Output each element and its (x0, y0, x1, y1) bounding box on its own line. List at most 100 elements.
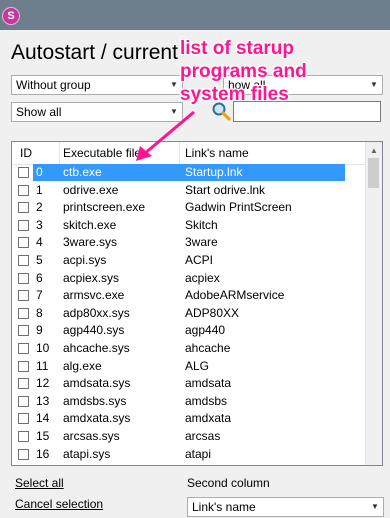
cell-executable: ahcache.sys (63, 340, 130, 355)
cell-id: 8 (36, 305, 43, 320)
cell-link-name: amdxata (185, 411, 232, 426)
cell-link-name: 3ware (185, 235, 218, 250)
cell-id: 3 (36, 217, 43, 232)
chevron-down-icon[interactable]: ▼ (367, 498, 383, 516)
table-row[interactable]: 7 armsvc.exe AdobeARMservice (12, 287, 367, 305)
row-checkbox[interactable] (18, 272, 29, 284)
row-checkbox[interactable] (18, 413, 29, 425)
table-row[interactable]: 15 arcsas.sys arcsas (12, 428, 367, 446)
cell-executable: acpiex.sys (63, 270, 120, 285)
row-checkbox[interactable] (18, 342, 29, 354)
cell-id: 13 (36, 393, 50, 408)
cell-executable: amdsbs.sys (63, 393, 127, 408)
page-title: Autostart / current (11, 41, 178, 64)
scrollbar-thumb[interactable] (368, 158, 379, 188)
cell-id: 2 (36, 200, 43, 215)
row-checkbox[interactable] (18, 184, 29, 196)
table-row[interactable]: 16 atapi.sys atapi (12, 446, 367, 464)
table-row[interactable]: 13 amdsbs.sys amdsbs (12, 393, 367, 411)
cell-link-name: ALG (185, 358, 210, 373)
row-checkbox[interactable] (18, 360, 29, 372)
cell-id: 16 (36, 446, 50, 461)
cell-id: 11 (36, 358, 49, 373)
cell-id: 1 (36, 182, 43, 197)
cell-link-name: Start odrive.lnk (185, 182, 266, 197)
cell-executable: amdxata.sys (63, 411, 131, 426)
row-checkbox[interactable] (18, 378, 29, 390)
group-select[interactable]: Without group ▼ (11, 75, 183, 95)
table-row[interactable]: 17 avastsvc.exe avast! Antivirus (12, 463, 367, 465)
table-row[interactable]: 10 ahcache.sys ahcache (12, 340, 367, 358)
cell-id: 9 (36, 323, 43, 338)
cell-executable: ctb.exe (63, 165, 102, 179)
table-row[interactable]: 2 printscreen.exe Gadwin PrintScreen (12, 199, 367, 217)
row-checkbox[interactable] (18, 290, 29, 302)
cell-id: 0 (36, 165, 43, 179)
cell-executable: 3ware.sys (63, 235, 118, 250)
cell-link-name: ahcache (185, 340, 231, 355)
cell-executable: agp440.sys (63, 323, 125, 338)
cell-id: 17 (36, 463, 49, 465)
cell-id: 5 (36, 252, 43, 267)
cell-link-name: arcsas (185, 428, 221, 443)
cell-link-name: acpiex (185, 270, 220, 285)
table-row[interactable]: 5 acpi.sys ACPI (12, 252, 367, 270)
cell-executable: arcsas.sys (63, 428, 120, 443)
row-checkbox[interactable] (18, 237, 29, 249)
cell-id: 12 (36, 376, 50, 391)
cell-link-name: agp440 (185, 323, 226, 338)
cell-id: 4 (36, 235, 43, 250)
app-icon-letter: S (7, 10, 15, 22)
cell-link-name: ADP80XX (185, 305, 240, 320)
table-row[interactable]: 11 alg.exe ALG (12, 358, 367, 376)
row-checkbox[interactable] (18, 254, 29, 266)
title-bar: S (0, 0, 390, 30)
row-checkbox[interactable] (18, 430, 29, 442)
row-checkbox[interactable] (18, 167, 29, 178)
table-row[interactable]: 3 skitch.exe Skitch (12, 217, 367, 235)
annotation-line: programs and (180, 61, 307, 82)
annotation-callout: list of starup programs and system files (180, 37, 330, 106)
annotation-arrow-icon (136, 110, 195, 161)
second-column-value: Link's name (192, 500, 256, 514)
column-divider[interactable] (59, 142, 60, 164)
table-row[interactable]: 8 adp80xx.sys ADP80XX (12, 305, 367, 323)
annotation-line: system files (180, 84, 289, 105)
row-checkbox[interactable] (18, 307, 29, 319)
cell-link-name: ACPI (185, 252, 214, 267)
chevron-down-icon[interactable]: ▼ (366, 76, 382, 94)
table-row[interactable]: 1 odrive.exe Start odrive.lnk (12, 182, 367, 200)
cell-link-name: amdsbs (185, 393, 228, 408)
table-row[interactable]: 6 acpiex.sys acpiex (12, 270, 367, 288)
cell-id: 15 (36, 428, 50, 443)
cell-executable: amdsata.sys (63, 376, 131, 391)
row-checkbox[interactable] (18, 219, 29, 231)
cell-id: 7 (36, 288, 43, 303)
select-all-link[interactable]: Select all (15, 476, 64, 490)
cell-executable: alg.exe (63, 358, 102, 373)
row-checkbox[interactable] (18, 448, 29, 460)
second-column-select[interactable]: Link's name ▼ (187, 497, 384, 517)
cell-id: 14 (36, 411, 50, 426)
table-row[interactable]: 12 amdsata.sys amdsata (12, 375, 367, 393)
row-checkbox[interactable] (18, 395, 29, 407)
app-icon[interactable]: S (2, 7, 20, 25)
cell-executable: printscreen.exe (63, 200, 146, 215)
row-checkbox[interactable] (18, 325, 29, 337)
column-header-id[interactable]: ID (20, 146, 32, 160)
cell-link-name: Skitch (185, 217, 218, 232)
vertical-scrollbar[interactable]: ▲ (365, 142, 382, 465)
cell-executable: adp80xx.sys (63, 305, 130, 320)
table-row[interactable]: 4 3ware.sys 3ware (12, 234, 367, 252)
cell-executable: atapi.sys (63, 446, 111, 461)
row-checkbox[interactable] (18, 202, 29, 214)
table-row[interactable]: 9 agp440.sys agp440 (12, 322, 367, 340)
cell-executable: armsvc.exe (63, 288, 125, 303)
cell-executable: odrive.exe (63, 182, 119, 197)
cancel-selection-link[interactable]: Cancel selection (15, 497, 103, 511)
scroll-up-icon[interactable]: ▲ (366, 142, 382, 158)
table-body: 0 ctb.exe Startup.lnk 1 odrive.exe Start odri… (12, 164, 367, 465)
cell-link-name: AdobeARMservice (185, 288, 285, 303)
cell-id: 10 (36, 340, 50, 355)
table-row[interactable]: 14 amdxata.sys amdxata (12, 410, 367, 428)
